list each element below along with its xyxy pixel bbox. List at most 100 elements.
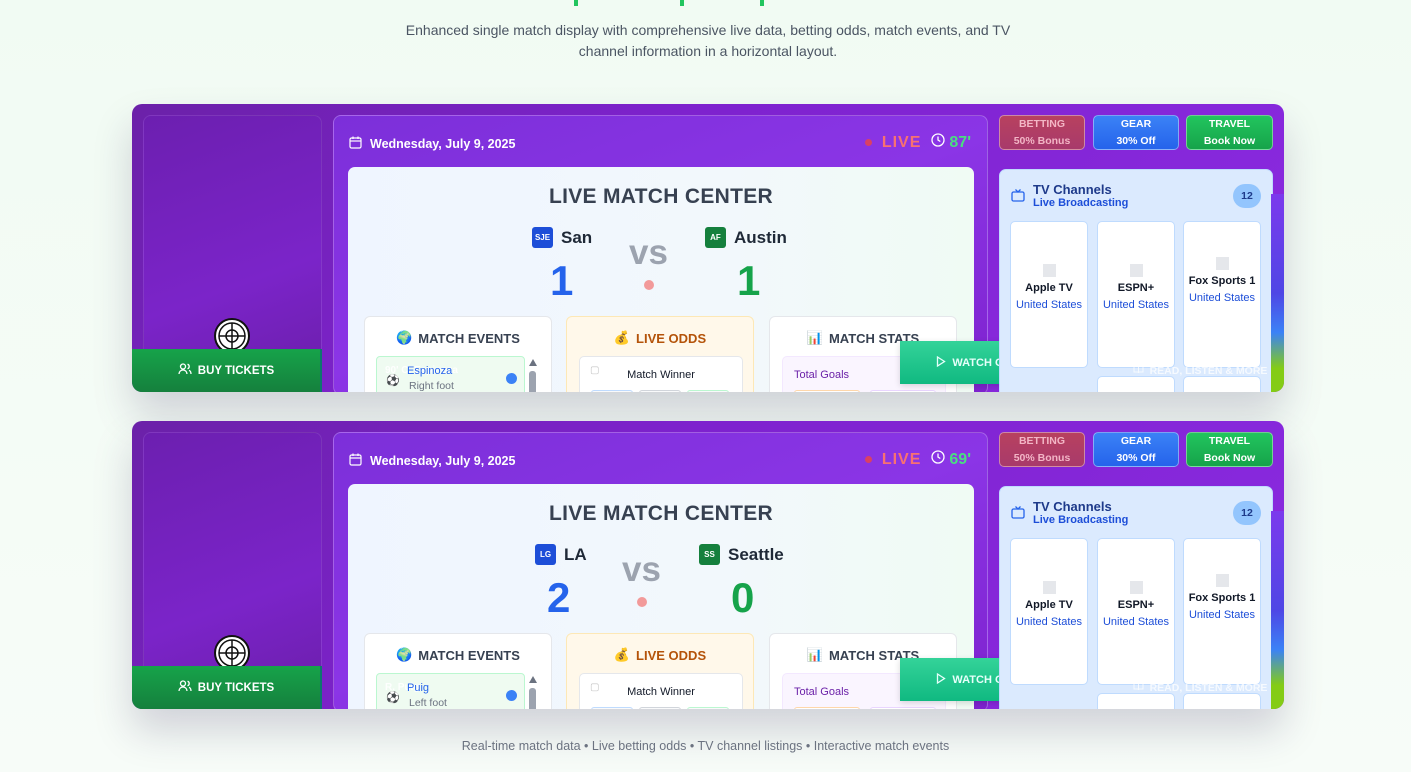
clock-icon [931, 450, 946, 469]
tv-icon [1011, 189, 1025, 207]
odds-market-label: Match Winner [627, 686, 695, 698]
channel-name: ESPN+ [1117, 282, 1155, 294]
event-item[interactable]: 90' C. Espinoza ⚽ Espinoza Right foot [376, 356, 525, 392]
match-date-text: Wednesday, July 9, 2025 [370, 454, 516, 468]
home-team[interactable]: LG LA [535, 544, 587, 565]
odds-away-button[interactable] [687, 390, 729, 392]
odds-market[interactable]: ▢ Match Winner [579, 356, 743, 392]
odds-home-button[interactable] [591, 707, 633, 709]
tv-channels-title: TV Channels [1033, 182, 1112, 197]
away-team-name: Seattle [728, 544, 784, 564]
gear-title: GEAR [1120, 434, 1152, 447]
odds-market[interactable]: ▢ Match Winner [579, 673, 743, 709]
live-indicator-dot [637, 597, 647, 607]
betting-promo-button[interactable]: BETTING 50% Bonus [999, 115, 1085, 150]
away-team[interactable]: SS Seattle [699, 544, 784, 565]
channel-logo [1042, 264, 1056, 277]
events-scrollbar[interactable] [529, 676, 537, 709]
globe-icon: 🌍 [396, 330, 413, 345]
home-team[interactable]: SJE San [532, 227, 592, 248]
buy-tickets-label: BUY TICKETS [197, 364, 275, 377]
away-team-badge: SS [699, 544, 720, 565]
money-bag-icon: 💰 [613, 647, 631, 662]
scroll-up-arrow-icon[interactable] [529, 676, 537, 683]
channel-logo [1215, 257, 1229, 270]
tv-channels-title: TV Channels [1033, 499, 1112, 514]
live-odds-label: LIVE ODDS [636, 647, 707, 663]
book-icon [1133, 681, 1144, 694]
tv-channels-count-badge: 12 [1233, 184, 1261, 208]
live-label: LIVE [881, 450, 922, 468]
live-dot-icon [864, 139, 872, 146]
home-score: 2 [547, 574, 571, 621]
travel-sub: Book Now [1203, 134, 1256, 147]
event-detail: Left foot [409, 697, 447, 709]
odds-draw-button[interactable] [639, 390, 681, 392]
channel-card[interactable]: Apple TV United States [1010, 221, 1088, 368]
channel-card[interactable]: ESPN+ United States [1097, 221, 1175, 368]
channel-name: ESPN+ [1117, 599, 1155, 611]
channel-country: United States [1102, 616, 1170, 628]
live-status: LIVE 87' [864, 133, 971, 152]
calendar-icon [349, 136, 362, 152]
match-center-title: LIVE MATCH CENTER [548, 502, 774, 525]
buy-tickets-button[interactable]: BUY TICKETS [132, 666, 322, 709]
scroll-thumb[interactable] [529, 688, 536, 709]
soccer-icon: ⚽ [386, 692, 400, 704]
stats-under-button[interactable] [870, 390, 936, 392]
channel-name: Fox Sports 1 [1188, 275, 1256, 287]
travel-promo-button[interactable]: TRAVEL Book Now [1186, 115, 1273, 150]
globe-icon: 🌍 [396, 647, 413, 662]
versus-label: vs [629, 233, 668, 272]
live-dot-icon [864, 456, 872, 463]
live-match-center: LIVE MATCH CENTER LG LA vs SS Seattle 2 … [348, 484, 974, 709]
odds-draw-button[interactable] [639, 707, 681, 709]
match-events-title: 🌍 MATCH EVENTS [365, 647, 551, 663]
stats-buttons [794, 707, 936, 709]
channel-country: United States [1188, 292, 1256, 304]
live-indicator-dot [644, 280, 654, 290]
home-team-name: LA [564, 544, 587, 564]
away-team[interactable]: AF Austin [705, 227, 787, 248]
stats-market-label: Total Goals [794, 369, 850, 381]
read-listen-more-button[interactable]: READ, LISTEN & MORE [1116, 666, 1284, 709]
odds-home-button[interactable] [591, 390, 633, 392]
travel-promo-button[interactable]: TRAVEL Book Now [1186, 432, 1273, 467]
match-events-label: MATCH EVENTS [418, 330, 520, 346]
gear-promo-button[interactable]: GEAR 30% Off [1093, 432, 1179, 467]
channel-card[interactable]: Fox Sports 1 United States [1183, 538, 1261, 685]
odds-away-button[interactable] [687, 707, 729, 709]
read-listen-label: READ, LISTEN & MORE [1149, 364, 1268, 377]
betting-promo-button[interactable]: BETTING 50% Bonus [999, 432, 1085, 467]
events-scrollbar[interactable] [529, 359, 537, 392]
stats-buttons [794, 390, 936, 392]
buy-tickets-label: BUY TICKETS [197, 681, 275, 694]
channel-card[interactable]: ESPN+ United States [1097, 538, 1175, 685]
scroll-thumb[interactable] [529, 371, 536, 392]
channel-card[interactable]: Fox Sports 1 United States [1183, 221, 1261, 368]
channel-name: Apple TV [1025, 282, 1073, 294]
match-minute: 87' [931, 133, 971, 152]
home-team-badge: SJE [532, 227, 553, 248]
scroll-up-arrow-icon[interactable] [529, 359, 537, 366]
live-label: LIVE [881, 133, 922, 151]
read-listen-more-button[interactable]: READ, LISTEN & MORE [1116, 349, 1284, 392]
stats-over-button[interactable] [794, 390, 860, 392]
read-listen-label: READ, LISTEN & MORE [1149, 681, 1268, 694]
channel-logo [1129, 264, 1143, 277]
event-item[interactable]: R. Puig ⚽ Puig Left foot [376, 673, 525, 709]
gear-promo-button[interactable]: GEAR 30% Off [1093, 115, 1179, 150]
buy-tickets-button[interactable]: BUY TICKETS [132, 349, 322, 392]
stats-under-button[interactable] [870, 707, 936, 709]
stats-over-button[interactable] [794, 707, 860, 709]
channel-card[interactable]: Apple TV United States [1010, 538, 1088, 685]
match-center-panel: Wednesday, July 9, 2025 LIVE 69' LIVE MA… [333, 432, 988, 709]
travel-title: TRAVEL [1208, 434, 1251, 447]
away-team-name: Austin [734, 227, 787, 247]
match-events-card: 🌍 MATCH EVENTS R. Puig ⚽ Puig Left foot [364, 633, 552, 709]
match-minute-text: 87' [949, 133, 971, 151]
play-icon [936, 672, 947, 687]
calendar-icon [349, 453, 362, 469]
away-score: 0 [731, 574, 755, 621]
match-date-text: Wednesday, July 9, 2025 [370, 137, 516, 151]
